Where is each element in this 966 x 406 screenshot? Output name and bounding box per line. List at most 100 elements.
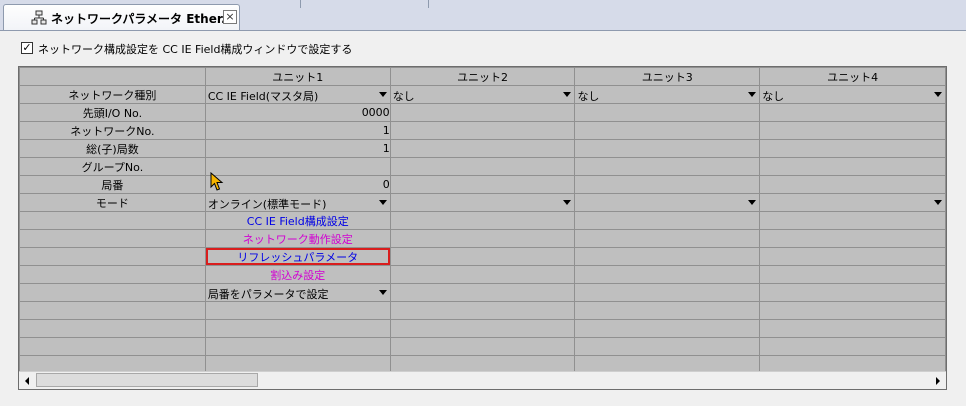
grid-cell <box>759 121 946 140</box>
row-header-group-no: グループNo. <box>19 157 206 176</box>
network-operation-button[interactable]: ネットワーク動作設定 <box>204 229 391 248</box>
grid-cell <box>389 319 576 338</box>
grid-cell <box>574 139 761 158</box>
grid-cell <box>574 319 761 338</box>
network-type-select-unit3[interactable]: なし <box>574 85 761 104</box>
network-type-value-unit2: なし <box>392 90 415 103</box>
chevron-down-icon <box>378 290 387 295</box>
scroll-left-icon[interactable] <box>20 373 35 388</box>
chevron-down-icon <box>378 92 387 97</box>
config-window-option-label: ネットワーク構成設定を CC IE Field構成ウィンドウで設定する <box>38 43 353 56</box>
document-tab[interactable]: ネットワークパラメータ Ether... × <box>3 4 240 30</box>
parameter-table: ユニット1 ユニット2 ユニット3 ユニット4 ネットワーク種別 CC IE F… <box>19 67 946 374</box>
grid-cell <box>759 229 946 248</box>
strip-divider <box>300 0 301 8</box>
mode-select-unit4[interactable] <box>759 193 946 212</box>
station-setting-value: 局番をパラメータで設定 <box>207 288 329 301</box>
mouse-cursor-icon <box>210 172 224 191</box>
grid-cell <box>574 157 761 176</box>
row-header-network-type: ネットワーク種別 <box>19 85 206 104</box>
grid-cell <box>574 337 761 356</box>
tab-title: ネットワークパラメータ Ether... <box>51 12 235 26</box>
row-header-empty <box>19 319 206 338</box>
corner-header <box>19 67 206 86</box>
grid-cell <box>759 139 946 158</box>
grid-cell <box>759 103 946 122</box>
grid-cell <box>389 103 576 122</box>
row-header-start-io: 先頭I/O No. <box>19 103 206 122</box>
column-header-unit4: ユニット4 <box>759 67 946 86</box>
strip-divider <box>428 0 429 8</box>
chevron-down-icon <box>378 200 387 205</box>
network-no-input-unit1[interactable]: 1 <box>204 121 391 140</box>
chevron-down-icon <box>934 200 942 205</box>
config-window-checkbox[interactable]: ✓ <box>21 42 33 54</box>
row-header-empty <box>19 337 206 356</box>
grid-cell <box>574 103 761 122</box>
grid-cell <box>574 265 761 284</box>
grid-cell <box>759 247 946 266</box>
grid-cell <box>389 247 576 266</box>
column-header-unit1: ユニット1 <box>204 67 391 86</box>
row-header-station-no: 局番 <box>19 175 206 194</box>
network-type-select-unit1[interactable]: CC IE Field(マスタ局) <box>204 85 391 104</box>
row-header-total-stations: 総(子)局数 <box>19 139 206 158</box>
grid-cell <box>389 229 576 248</box>
chevron-down-icon <box>934 92 942 97</box>
grid-cell <box>389 337 576 356</box>
start-io-input-unit1[interactable]: 0000 <box>204 103 391 122</box>
grid-cell <box>389 157 576 176</box>
row-header-empty <box>19 247 206 266</box>
grid-cell <box>759 301 946 320</box>
row-header-empty <box>19 283 206 302</box>
grid-cell <box>389 175 576 194</box>
grid-cell <box>389 139 576 158</box>
station-no-value-unit1[interactable]: 0 <box>204 175 391 194</box>
column-header-unit3: ユニット3 <box>574 67 761 86</box>
row-header-empty <box>19 229 206 248</box>
grid-cell <box>574 229 761 248</box>
network-type-value-unit1: CC IE Field(マスタ局) <box>207 90 319 103</box>
grid-cell <box>204 319 391 338</box>
grid-cell <box>574 247 761 266</box>
network-type-value-unit3: なし <box>577 90 600 103</box>
mode-select-unit1[interactable]: オンライン(標準モード) <box>204 193 391 212</box>
network-type-select-unit4[interactable]: なし <box>759 85 946 104</box>
grid-cell <box>759 265 946 284</box>
interrupt-settings-button[interactable]: 割込み設定 <box>204 265 391 284</box>
mode-select-unit3[interactable] <box>574 193 761 212</box>
grid-cell <box>574 121 761 140</box>
cc-ie-config-button[interactable]: CC IE Field構成設定 <box>204 211 391 230</box>
row-header-empty <box>19 301 206 320</box>
grid-cell <box>389 121 576 140</box>
network-type-value-unit4: なし <box>762 90 785 103</box>
row-header-network-no: ネットワークNo. <box>19 121 206 140</box>
grid-cell <box>759 211 946 230</box>
scroll-thumb[interactable] <box>36 373 258 387</box>
network-parameter-grid: ユニット1 ユニット2 ユニット3 ユニット4 ネットワーク種別 CC IE F… <box>18 66 947 390</box>
grid-cell <box>759 283 946 302</box>
close-icon[interactable]: × <box>223 10 237 24</box>
chevron-down-icon <box>748 200 757 205</box>
station-setting-select-unit1[interactable]: 局番をパラメータで設定 <box>204 283 391 302</box>
refresh-params-button[interactable]: リフレッシュパラメータ <box>204 247 391 266</box>
grid-cell <box>574 211 761 230</box>
chevron-down-icon <box>563 200 572 205</box>
document-tab-strip: ネットワークパラメータ Ether... × <box>0 0 966 31</box>
grid-cell <box>389 211 576 230</box>
mode-value-unit1: オンライン(標準モード) <box>207 198 327 211</box>
grid-cell <box>759 319 946 338</box>
network-parameter-panel: ✓ ネットワーク構成設定を CC IE Field構成ウィンドウで設定する ユニ… <box>0 31 966 406</box>
grid-cell <box>574 175 761 194</box>
mode-select-unit2[interactable] <box>389 193 576 212</box>
total-stations-value-unit1: 1 <box>204 139 391 158</box>
row-header-empty <box>19 265 206 284</box>
column-header-unit2: ユニット2 <box>389 67 576 86</box>
group-no-input-unit1[interactable] <box>204 157 391 176</box>
scroll-right-icon[interactable] <box>930 373 945 388</box>
network-type-select-unit2[interactable]: なし <box>389 85 576 104</box>
grid-cell <box>574 301 761 320</box>
grid-cell <box>389 283 576 302</box>
horizontal-scrollbar[interactable] <box>19 371 946 389</box>
row-header-mode: モード <box>19 193 206 212</box>
